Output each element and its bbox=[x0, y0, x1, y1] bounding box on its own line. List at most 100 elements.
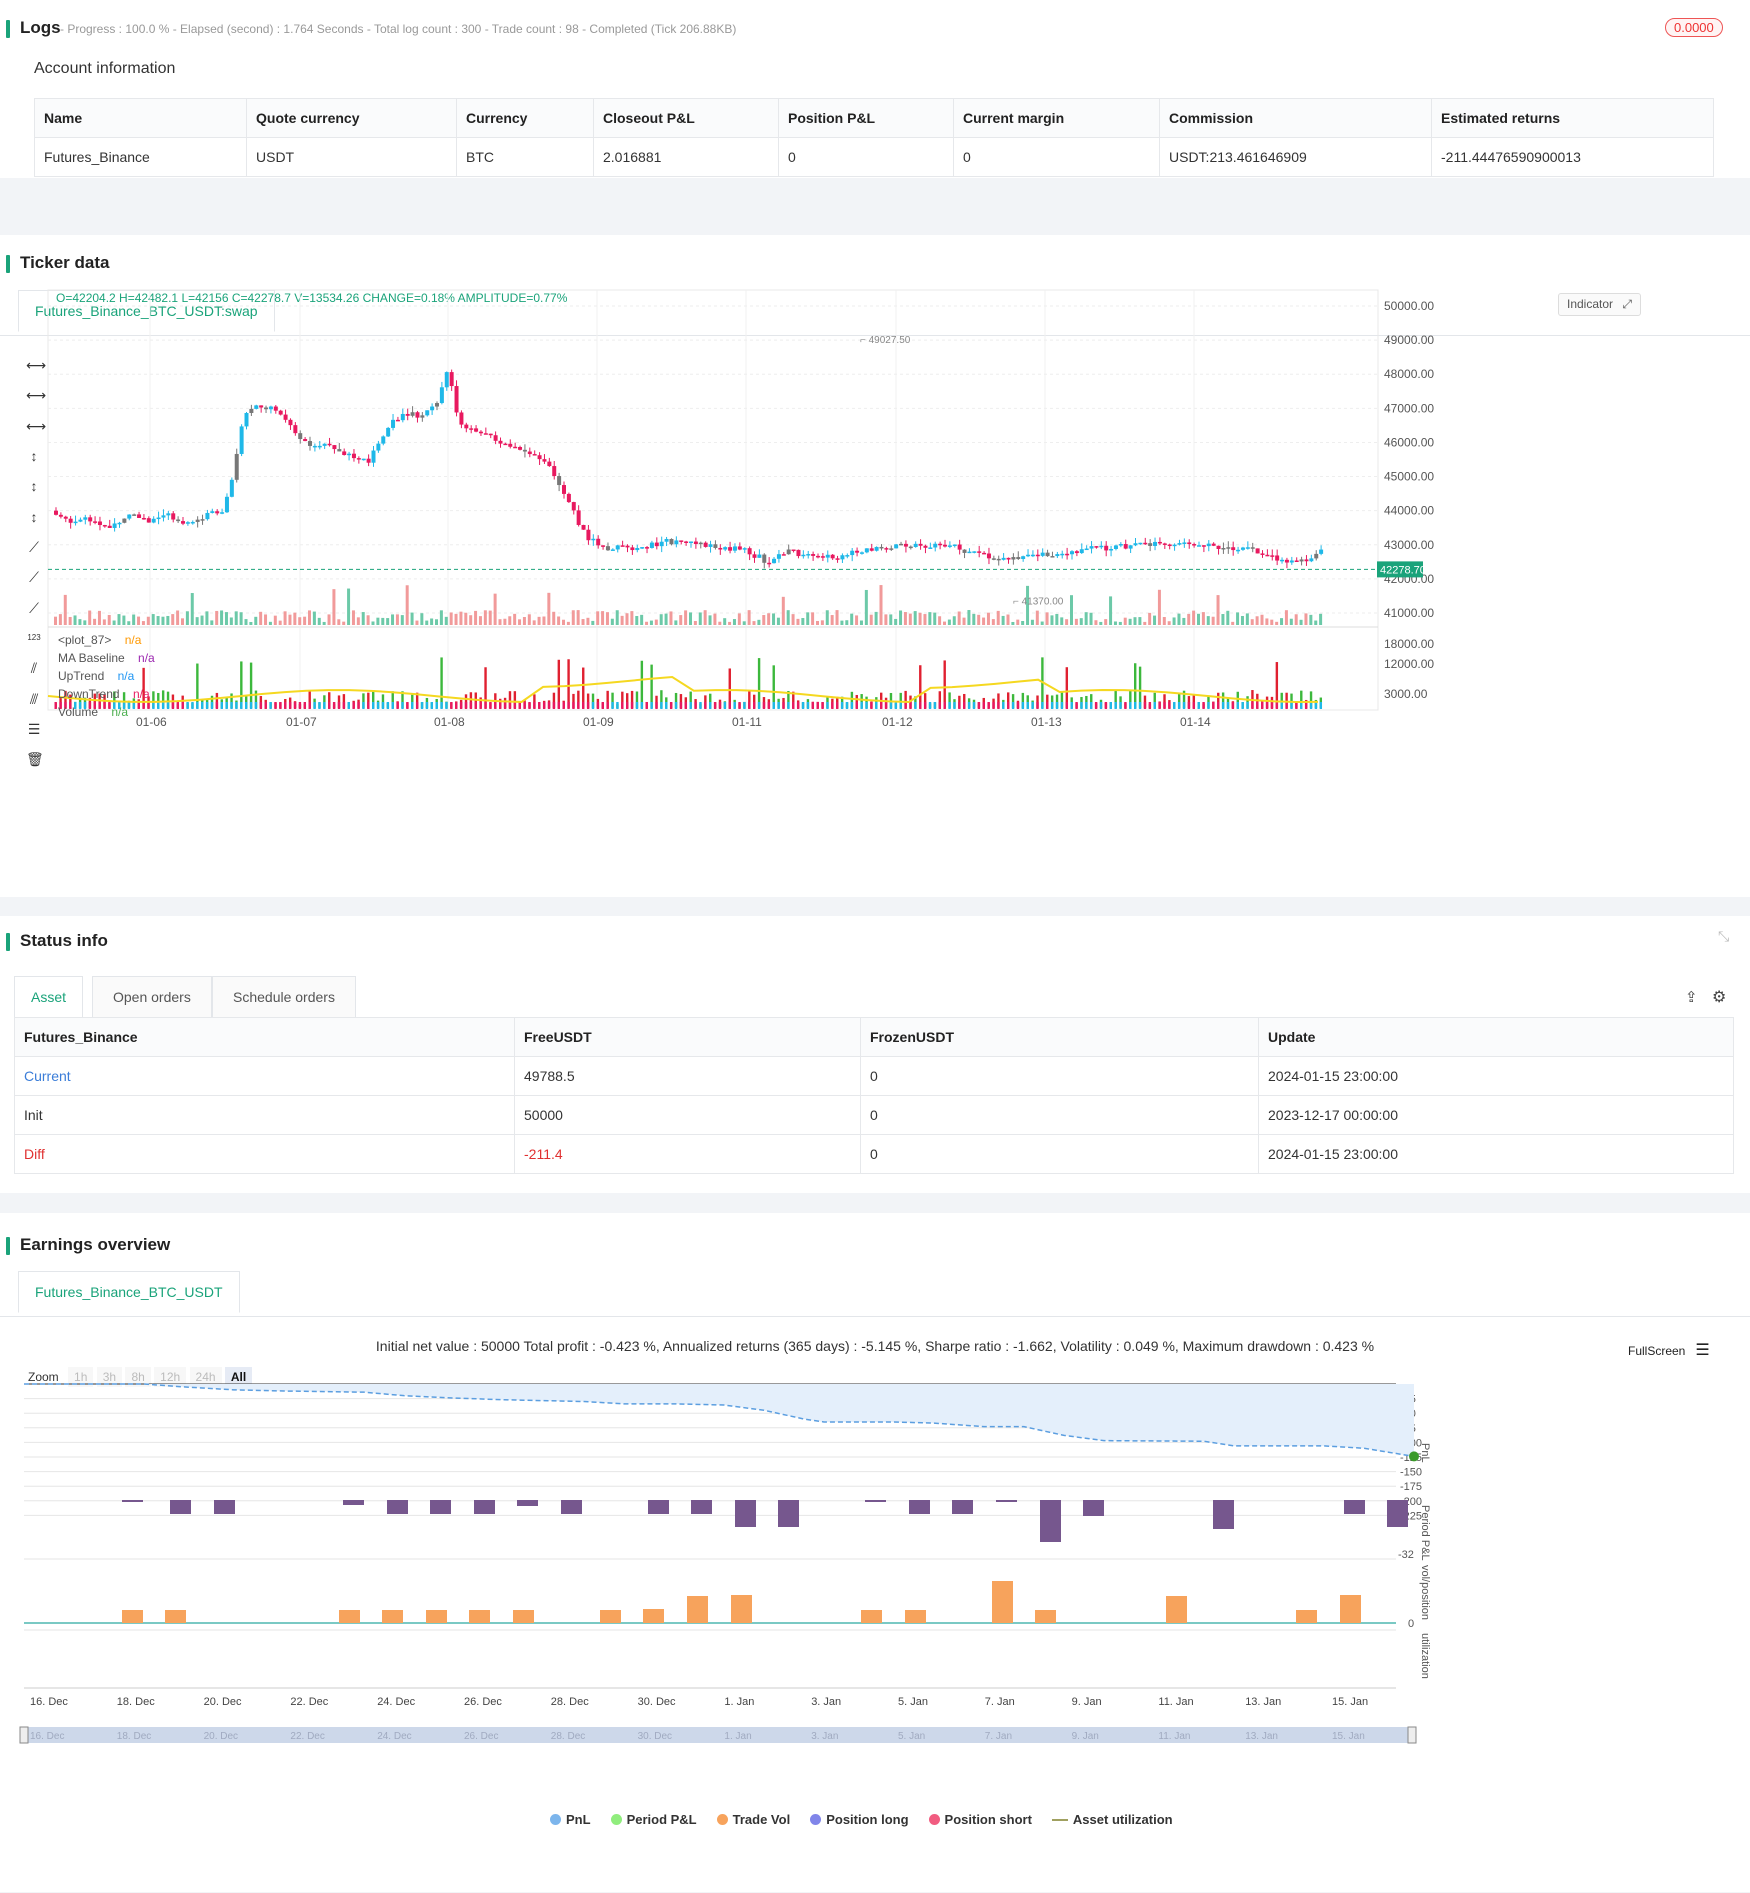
volume-bar bbox=[845, 620, 849, 625]
volume-bar bbox=[435, 619, 438, 625]
candle-body bbox=[664, 538, 669, 542]
trend-bar bbox=[699, 702, 702, 709]
volume-bar bbox=[420, 613, 424, 625]
volume-bar bbox=[908, 613, 912, 625]
candlestick-chart[interactable]: 50000.00 49000.00 48000.00 47000.00 46000.00… bbox=[0, 289, 1750, 730]
legend-item[interactable]: Period P&L bbox=[610, 1812, 697, 1827]
legend-item[interactable]: Position short bbox=[928, 1812, 1032, 1827]
candle-body bbox=[591, 538, 596, 541]
upload-icon[interactable]: ⇪ bbox=[1685, 988, 1698, 1006]
menu-icon[interactable]: ☰ bbox=[1695, 1342, 1709, 1359]
volume-bar bbox=[205, 611, 209, 625]
col-header: Current margin bbox=[953, 98, 1160, 138]
high-label: ⌐ 49027.50 bbox=[860, 335, 911, 346]
volume-bar bbox=[190, 593, 194, 625]
volume-bar bbox=[1138, 617, 1142, 625]
candle-body bbox=[957, 544, 962, 550]
candle-body bbox=[508, 443, 513, 447]
date-tick: 11. Jan bbox=[1158, 1696, 1193, 1708]
trend-bar bbox=[894, 702, 898, 709]
volume-bar bbox=[1304, 613, 1308, 625]
navigator-tick: 5. Jan bbox=[898, 1731, 925, 1742]
tab-earnings[interactable]: Futures_Binance_BTC_USDT bbox=[18, 1271, 240, 1313]
volume-bar bbox=[1289, 618, 1293, 625]
volume-bar bbox=[562, 619, 565, 625]
trend-bar bbox=[1158, 702, 1161, 709]
legend-item[interactable]: Position long bbox=[810, 1812, 909, 1827]
tab-asset[interactable]: Asset bbox=[14, 976, 84, 1018]
navigator-tick: 28. Dec bbox=[551, 1731, 585, 1742]
trend-bar bbox=[284, 702, 287, 709]
trade-vol-bar bbox=[165, 1610, 186, 1623]
volume-bar bbox=[1265, 618, 1269, 625]
volume-bar bbox=[425, 620, 429, 625]
status-panel: Status info ⤡ Asset Open orders Schedule… bbox=[0, 916, 1750, 1193]
trend-bar bbox=[738, 702, 741, 709]
trend-bar bbox=[1011, 702, 1015, 709]
volume-bar bbox=[1201, 612, 1205, 625]
trend-bar bbox=[435, 702, 438, 709]
gear-icon[interactable]: ⚙ bbox=[1712, 987, 1726, 1007]
trend-bar bbox=[855, 702, 858, 709]
logs-panel: Logs - Progress : 100.0 % - Elapsed (sec… bbox=[0, 0, 1750, 178]
date-tick: 26. Dec bbox=[464, 1696, 502, 1708]
volume-bar bbox=[605, 612, 609, 625]
fullscreen-button[interactable]: FullScreen ☰ bbox=[1628, 1340, 1710, 1360]
trend-bar bbox=[205, 702, 209, 709]
candle-body bbox=[938, 543, 943, 546]
volume-bar bbox=[986, 612, 990, 625]
legend-item[interactable]: Asset utilization bbox=[1051, 1812, 1173, 1827]
tab-schedule-orders[interactable]: Schedule orders bbox=[212, 976, 356, 1018]
candle-body bbox=[601, 545, 606, 547]
trade-vol-bar bbox=[861, 1610, 882, 1623]
trend-bar bbox=[259, 702, 263, 709]
volume-bar bbox=[996, 610, 1000, 625]
indicator-bar bbox=[1134, 663, 1137, 708]
trash-icon[interactable]: 🗑 bbox=[26, 751, 44, 767]
candle-body bbox=[146, 518, 151, 523]
volume-bar bbox=[1104, 619, 1108, 625]
legend-item[interactable]: PnL bbox=[550, 1812, 591, 1827]
date-tick: 15. Jan bbox=[1332, 1696, 1368, 1708]
volume-bar bbox=[894, 618, 898, 625]
volume-bar bbox=[977, 614, 981, 625]
trend-bar bbox=[713, 702, 717, 709]
cell: 0 bbox=[778, 137, 954, 177]
cell: 0 bbox=[860, 1095, 1259, 1135]
candle-body bbox=[415, 412, 420, 418]
indicator-bar bbox=[567, 659, 570, 708]
volume-bar bbox=[400, 615, 404, 625]
volume-bar bbox=[772, 613, 776, 625]
trend-bar bbox=[577, 702, 580, 709]
period-pnl-bar bbox=[1040, 1500, 1061, 1542]
cell: USDT bbox=[246, 137, 457, 177]
candle-body bbox=[435, 403, 439, 407]
volume-bar bbox=[850, 613, 854, 625]
volume-bar bbox=[102, 619, 106, 625]
trend-bar bbox=[1041, 702, 1044, 709]
candle-body bbox=[1167, 544, 1172, 547]
candle-body bbox=[1109, 548, 1114, 551]
tab-open-orders[interactable]: Open orders bbox=[92, 976, 212, 1018]
trend-bar bbox=[977, 702, 981, 709]
trend-bar bbox=[723, 702, 727, 709]
indicator-bar bbox=[772, 665, 775, 708]
candle-body bbox=[928, 547, 933, 549]
candle-body bbox=[405, 413, 410, 416]
price-tick: 43000.00 bbox=[1384, 538, 1434, 552]
trend-bar bbox=[914, 702, 917, 709]
collapse-icon[interactable]: ⤡ bbox=[1718, 928, 1729, 945]
volume-bar bbox=[215, 610, 219, 625]
cell: 50000 bbox=[514, 1095, 861, 1135]
trend-bar bbox=[1285, 702, 1288, 709]
trend-bar bbox=[1070, 702, 1073, 709]
trend-bar bbox=[357, 702, 360, 709]
candle-body bbox=[532, 454, 537, 456]
legend-item[interactable]: Trade Vol bbox=[716, 1812, 790, 1827]
candle-body bbox=[732, 546, 737, 551]
volume-bar bbox=[54, 616, 57, 625]
date-tick: 01-13 bbox=[1031, 715, 1062, 729]
candle-body bbox=[420, 415, 425, 418]
trend-bar bbox=[601, 702, 604, 709]
candle-body bbox=[698, 542, 703, 545]
